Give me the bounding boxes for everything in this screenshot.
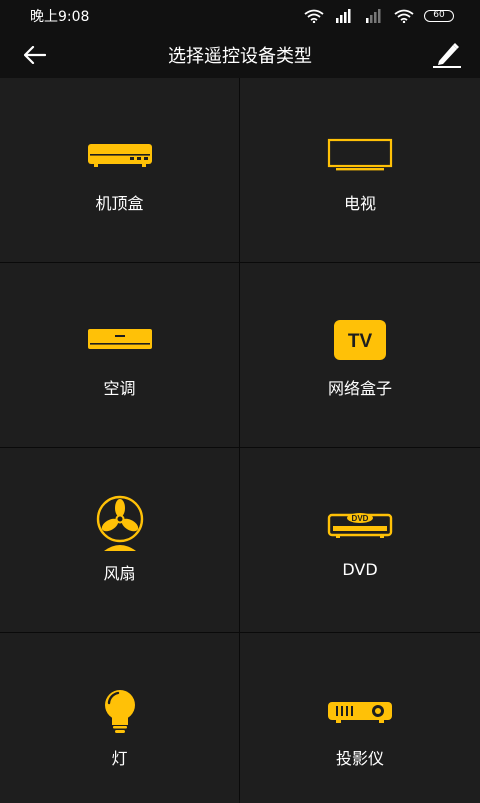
dvd-icon: DVD: [320, 500, 400, 550]
device-label: DVD: [342, 560, 378, 579]
edit-button[interactable]: [430, 38, 464, 72]
tv-box-badge: TV: [348, 331, 373, 352]
page-title: 选择遥控设备类型: [168, 46, 312, 67]
device-label: 网络盒子: [327, 379, 392, 398]
fan-icon: [80, 494, 160, 554]
device-tv-box[interactable]: TV 网络盒子: [240, 263, 480, 447]
status-time: 晚上9:08: [30, 9, 90, 25]
signal-icon: [336, 9, 351, 23]
back-button[interactable]: [20, 40, 50, 70]
status-bar: 晚上9:08 60: [0, 0, 480, 32]
device-label: 风扇: [103, 564, 136, 583]
tv-box-icon: TV: [320, 315, 400, 365]
title-bar: 选择遥控设备类型: [0, 32, 480, 78]
pencil-icon: [433, 43, 461, 68]
wifi-icon-2: [394, 9, 414, 23]
device-projector[interactable]: 投影仪: [240, 633, 480, 803]
signal-weak-icon: [366, 9, 381, 23]
device-dvd[interactable]: DVD DVD: [240, 448, 480, 632]
device-label: 机顶盒: [95, 194, 144, 213]
device-label: 空调: [103, 379, 136, 398]
wifi-icon: [304, 9, 324, 23]
tv-icon: [320, 130, 400, 180]
set-top-box-icon: [80, 130, 160, 180]
device-grid: 机顶盒 电视 空调 TV 网络盒子 风扇 DVD DVD 灯 投影仪: [0, 78, 480, 803]
status-icons: 60: [304, 9, 454, 23]
device-label: 投影仪: [335, 749, 384, 768]
device-label: 电视: [343, 194, 376, 213]
light-bulb-icon: [80, 687, 160, 737]
dvd-badge: DVD: [352, 514, 369, 523]
air-conditioner-icon: [80, 315, 160, 365]
device-light[interactable]: 灯: [0, 633, 239, 803]
device-air-conditioner[interactable]: 空调: [0, 263, 239, 447]
device-set-top-box[interactable]: 机顶盒: [0, 78, 239, 262]
arrow-left-icon: [24, 46, 46, 64]
projector-icon: [320, 691, 400, 731]
device-tv[interactable]: 电视: [240, 78, 480, 262]
battery-icon: 60: [424, 10, 454, 22]
device-label: 灯: [111, 749, 128, 768]
device-fan[interactable]: 风扇: [0, 448, 239, 632]
